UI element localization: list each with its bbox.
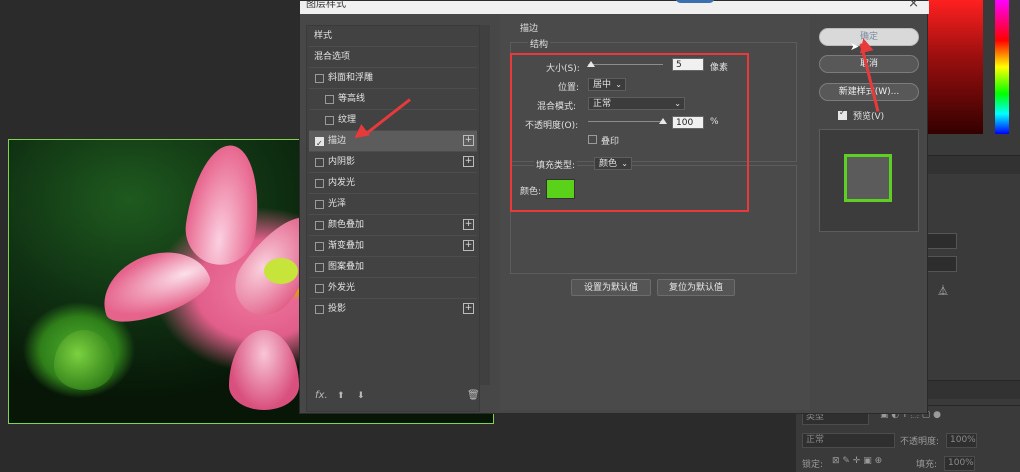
styles-header[interactable]: 样式 bbox=[309, 26, 477, 47]
hue-slider[interactable] bbox=[995, 0, 1009, 134]
add-effect-icon[interactable]: + bbox=[463, 303, 474, 314]
styles-header-label: 样式 bbox=[314, 31, 333, 41]
new-style-button[interactable]: 新建样式(W)... bbox=[819, 83, 919, 101]
list-item-drop-shadow[interactable]: 投影 + bbox=[309, 299, 477, 319]
blend-options-label: 混合选项 bbox=[314, 52, 351, 62]
checkbox[interactable] bbox=[315, 305, 324, 314]
styles-list-footer: fx. ⬆ ⬇ 🗑 bbox=[307, 386, 480, 410]
structure-title: 结构 bbox=[528, 37, 551, 50]
styles-list: 样式 混合选项 斜面和浮雕 等高线 纹理 描边 + 内阴影 + 内发光 光泽 颜色叠… bbox=[306, 25, 480, 412]
list-item-label: 光泽 bbox=[328, 199, 347, 209]
layer-blend-mode-value: 正常 bbox=[806, 435, 825, 445]
add-effect-icon[interactable]: + bbox=[463, 240, 474, 251]
fx-menu-icon[interactable]: fx. bbox=[315, 390, 328, 401]
list-item-label: 投影 bbox=[328, 304, 347, 314]
section-title: 描边 bbox=[520, 24, 539, 34]
checkbox[interactable] bbox=[325, 116, 334, 125]
cancel-label: 取消 bbox=[859, 59, 878, 69]
checkbox[interactable] bbox=[315, 263, 324, 272]
list-item-pattern-overlay[interactable]: 图案叠加 bbox=[309, 257, 477, 278]
list-item-label: 外发光 bbox=[328, 283, 356, 293]
lotus-petal bbox=[229, 330, 299, 410]
preview-square bbox=[844, 154, 892, 202]
list-item-label: 颜色叠加 bbox=[328, 220, 365, 230]
list-item-contour[interactable]: 等高线 bbox=[309, 89, 477, 110]
blend-options-item[interactable]: 混合选项 bbox=[309, 47, 477, 68]
reset-default-label: 复位为默认值 bbox=[668, 283, 723, 293]
checkbox[interactable] bbox=[315, 158, 324, 167]
list-item-gradient-overlay[interactable]: 渐变叠加 + bbox=[309, 236, 477, 257]
list-item-inner-shadow[interactable]: 内阴影 + bbox=[309, 152, 477, 173]
checkbox[interactable] bbox=[315, 200, 324, 209]
trash-icon[interactable]: 🗑 bbox=[467, 390, 480, 401]
layer-opacity-field[interactable]: 100% bbox=[946, 433, 977, 448]
align-bottom-icon[interactable]: ⏅ bbox=[938, 282, 948, 297]
list-scrollbar[interactable] bbox=[480, 25, 490, 385]
move-up-icon[interactable]: ⬆ bbox=[337, 391, 345, 401]
list-item-label: 内阴影 bbox=[328, 157, 356, 167]
list-item-satin[interactable]: 光泽 bbox=[309, 194, 477, 215]
list-item-label: 描边 bbox=[328, 136, 347, 146]
layer-opacity-value: 100% bbox=[950, 435, 976, 445]
checkbox[interactable] bbox=[315, 179, 324, 188]
list-item-outer-glow[interactable]: 外发光 bbox=[309, 278, 477, 299]
layers-panel: 类型 ▣ ◐ T ⬚ ▢ ● 正常 不透明度: 100% 锁定: ⊠ ✎ ✛ ▣… bbox=[796, 405, 1020, 472]
layer-blend-mode-select[interactable]: 正常 bbox=[802, 433, 895, 448]
checkbox[interactable] bbox=[315, 242, 324, 251]
make-default-button[interactable]: 设置为默认值 bbox=[571, 279, 651, 296]
title-decoration bbox=[675, 0, 715, 3]
add-effect-icon[interactable]: + bbox=[463, 135, 474, 146]
reset-default-button[interactable]: 复位为默认值 bbox=[657, 279, 735, 296]
annotation-highlight-box bbox=[510, 53, 749, 212]
make-default-label: 设置为默认值 bbox=[583, 283, 638, 293]
layer-fill-label: 填充: bbox=[916, 460, 938, 470]
layer-style-dialog: 图层样式 × 样式 混合选项 斜面和浮雕 等高线 纹理 描边 + 内阴影 + 内发光… bbox=[299, 0, 929, 414]
layer-opacity-label: 不透明度: bbox=[900, 437, 940, 447]
checkbox[interactable] bbox=[325, 95, 334, 104]
list-item-inner-glow[interactable]: 内发光 bbox=[309, 173, 477, 194]
close-icon[interactable]: × bbox=[908, 0, 919, 10]
layer-fill-field[interactable]: 100% bbox=[944, 456, 975, 471]
list-item-bevel-emboss[interactable]: 斜面和浮雕 bbox=[309, 68, 477, 89]
dialog-title: 图层样式 bbox=[306, 0, 346, 10]
list-item-label: 图案叠加 bbox=[328, 262, 365, 272]
move-down-icon[interactable]: ⬇ bbox=[357, 391, 365, 401]
checkbox[interactable] bbox=[315, 221, 324, 230]
list-item-color-overlay[interactable]: 颜色叠加 + bbox=[309, 215, 477, 236]
layer-lock-label: 锁定: bbox=[802, 460, 824, 470]
checkbox[interactable] bbox=[315, 284, 324, 293]
panel-tab-bar bbox=[928, 155, 1020, 174]
add-effect-icon[interactable]: + bbox=[463, 219, 474, 230]
lock-icons[interactable]: ⊠ ✎ ✛ ▣ ⊕ bbox=[832, 456, 882, 466]
list-item-label: 内发光 bbox=[328, 178, 356, 188]
checkbox-checked[interactable] bbox=[315, 134, 324, 154]
color-picker-field[interactable] bbox=[928, 0, 983, 134]
list-item-label: 渐变叠加 bbox=[328, 241, 365, 251]
preview-checkbox[interactable] bbox=[838, 108, 847, 120]
lotus-bud bbox=[54, 330, 114, 390]
lotus-seedpod bbox=[264, 258, 298, 284]
new-style-label: 新建样式(W)... bbox=[838, 87, 900, 97]
list-item-label: 等高线 bbox=[338, 94, 366, 104]
add-effect-icon[interactable]: + bbox=[463, 156, 474, 167]
list-item-label: 纹理 bbox=[338, 115, 357, 125]
list-item-label: 斜面和浮雕 bbox=[328, 73, 374, 83]
preview-thumbnail bbox=[819, 129, 919, 232]
checkbox[interactable] bbox=[315, 74, 324, 83]
dialog-title-bar[interactable]: 图层样式 × bbox=[300, 0, 929, 14]
panel-tab-bar bbox=[928, 380, 1020, 399]
layer-fill-value: 100% bbox=[948, 458, 974, 468]
list-item-stroke[interactable]: 描边 + bbox=[309, 131, 477, 154]
